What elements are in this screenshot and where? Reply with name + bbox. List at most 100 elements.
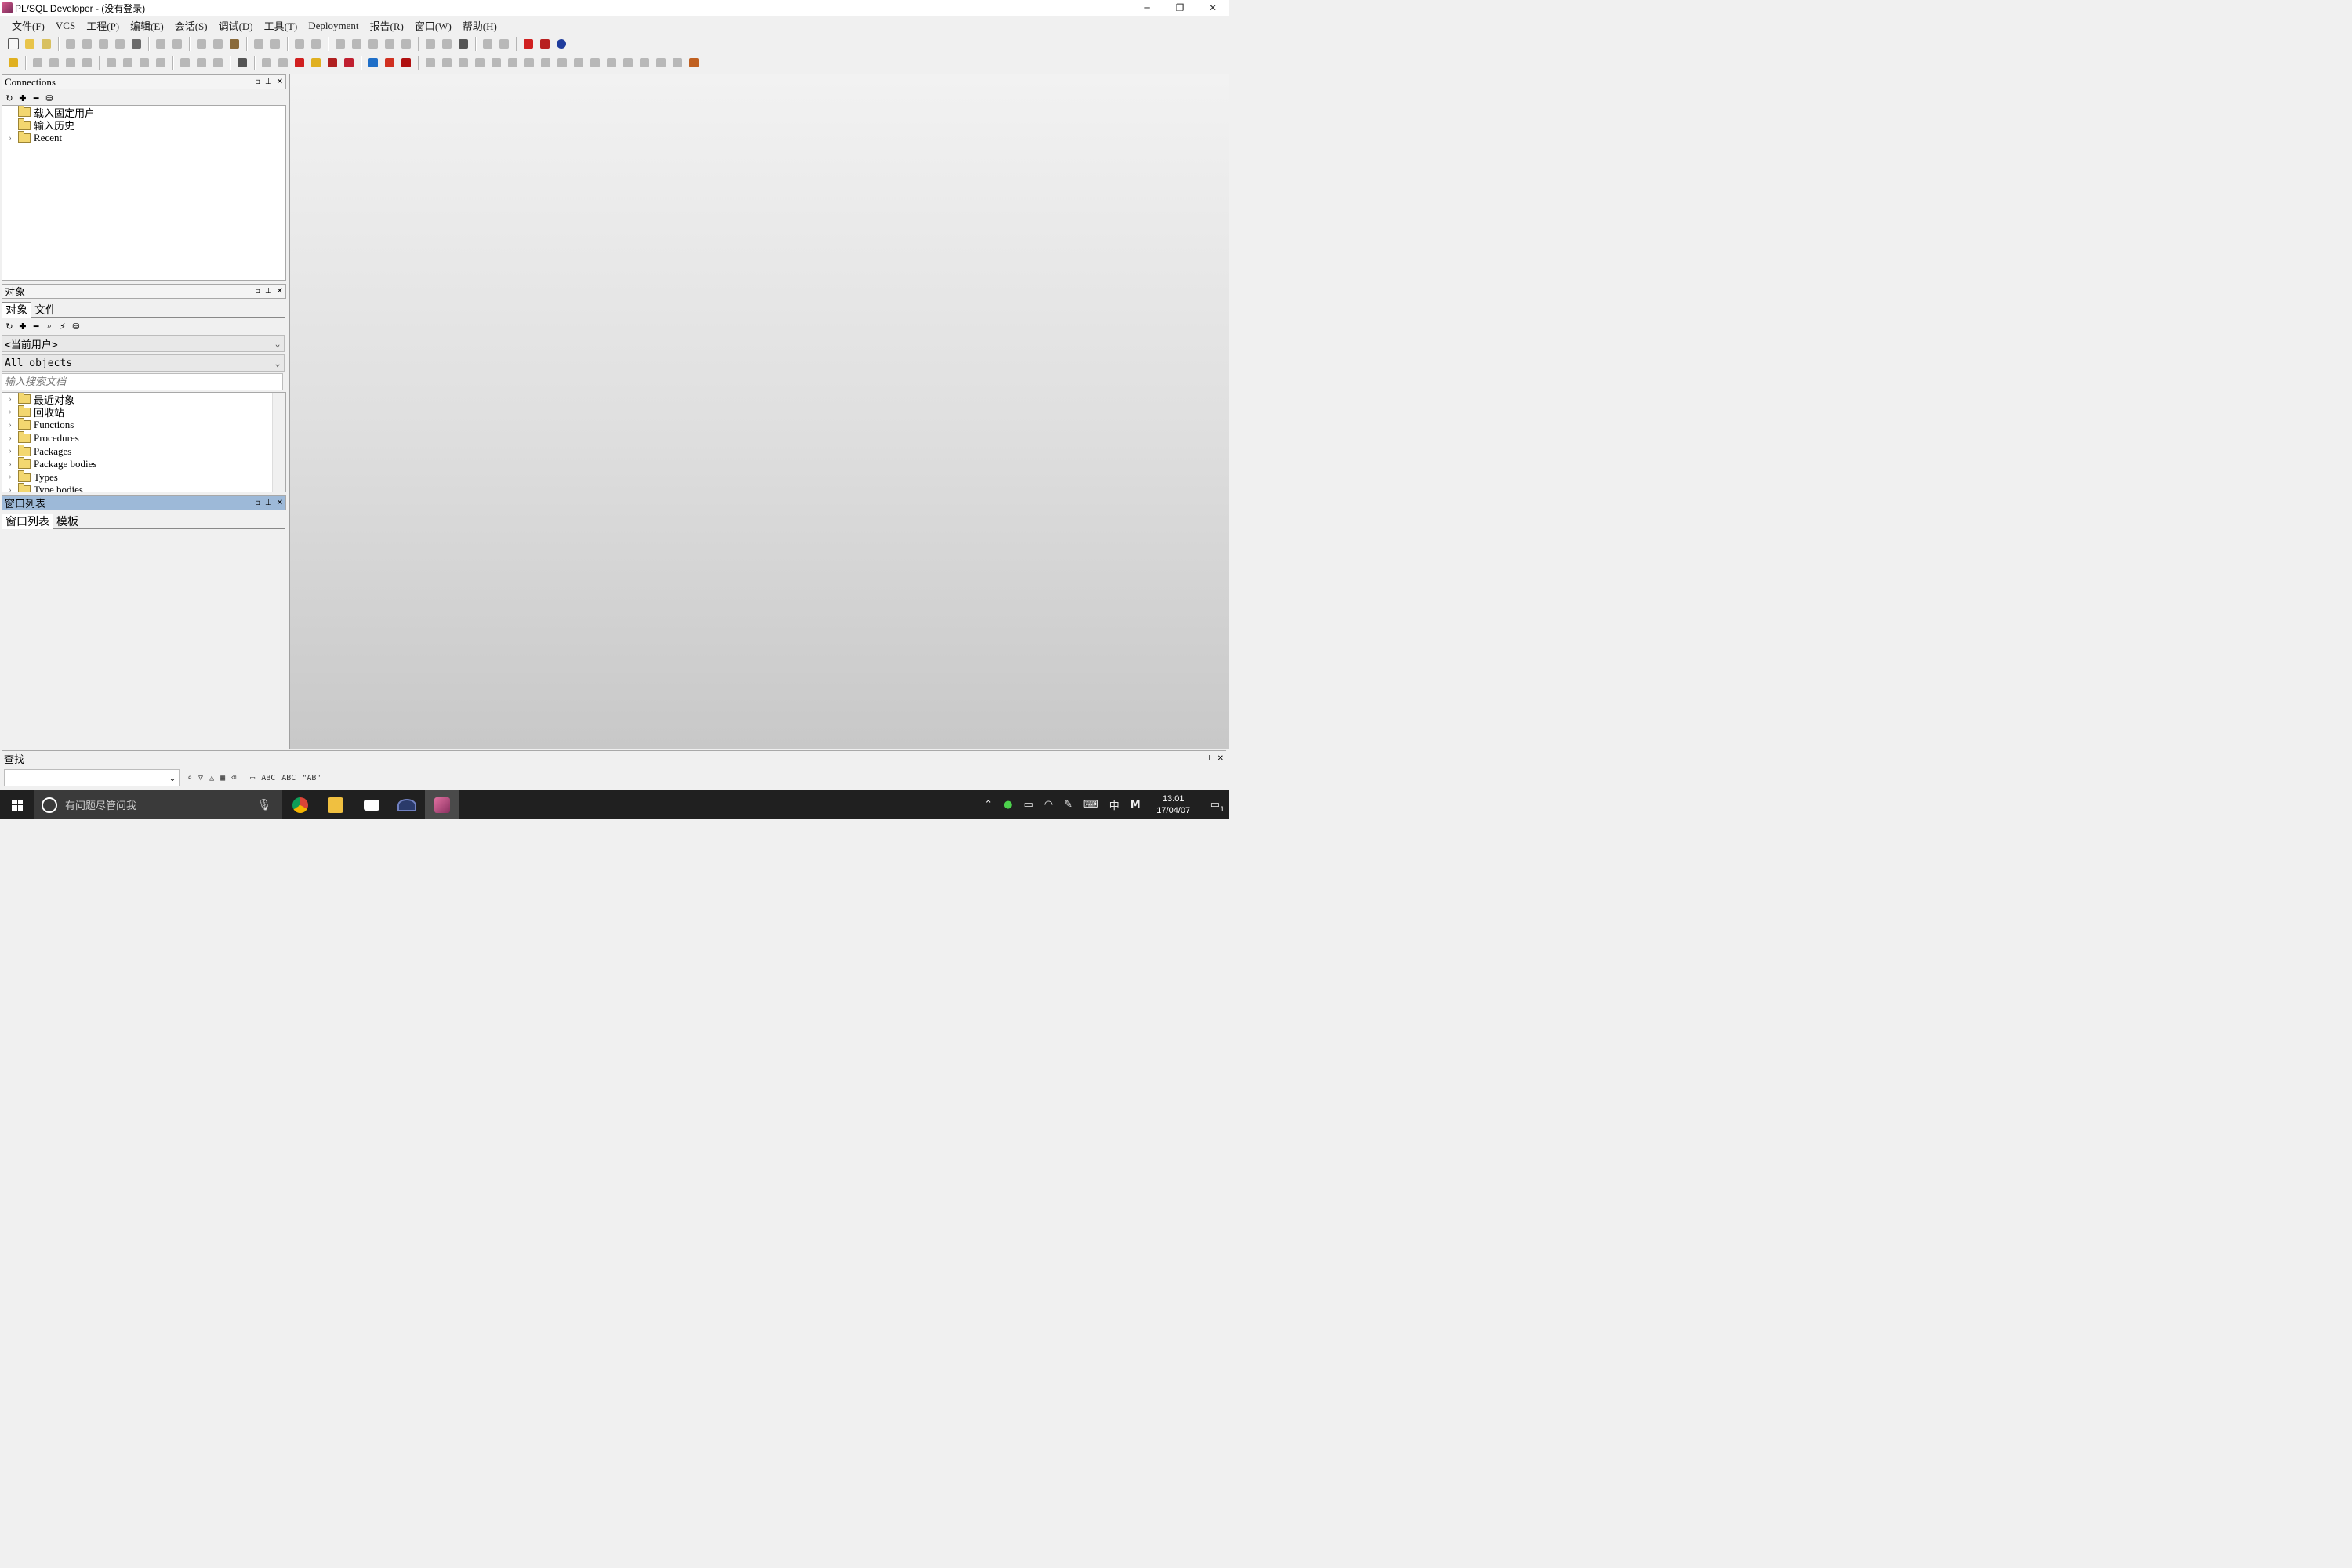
- print-icon[interactable]: [39, 37, 53, 51]
- info-icon[interactable]: [554, 37, 568, 51]
- taskbar-search[interactable]: 有问题尽管问我 🎙: [34, 790, 282, 819]
- menu-project[interactable]: 工程(P): [81, 18, 125, 33]
- print-preview-icon[interactable]: [113, 37, 127, 51]
- chrome-app[interactable]: [283, 790, 318, 819]
- bookmark-icon[interactable]: [423, 37, 437, 51]
- rollback-icon[interactable]: [80, 56, 94, 70]
- find-next-icon[interactable]: ▽: [198, 771, 203, 785]
- chevron-up-icon[interactable]: ⌃: [984, 799, 993, 811]
- expand-icon[interactable]: ›: [5, 434, 15, 443]
- cascade-icon[interactable]: [481, 37, 495, 51]
- debug-red-icon[interactable]: [292, 56, 307, 70]
- unindent-icon[interactable]: [350, 37, 364, 51]
- cut-icon[interactable]: [194, 37, 209, 51]
- close-icon[interactable]: ✕: [277, 287, 283, 296]
- add-icon[interactable]: ✚: [18, 321, 27, 332]
- eraser-icon[interactable]: ⌫: [231, 771, 236, 785]
- oracle-icon[interactable]: [521, 37, 535, 51]
- tree-item[interactable]: 载入固定用户: [2, 106, 285, 119]
- whole-word-icon[interactable]: ▭: [250, 771, 255, 785]
- find-combobox[interactable]: ⌄: [4, 769, 180, 786]
- expand-icon[interactable]: ›: [5, 473, 15, 481]
- wifi-icon[interactable]: ◠: [1044, 799, 1053, 811]
- lock-icon[interactable]: [687, 56, 701, 70]
- highlight-icon[interactable]: ▦: [220, 771, 225, 785]
- paste-icon[interactable]: [227, 37, 241, 51]
- refresh-icon[interactable]: ↻: [5, 93, 14, 103]
- break-icon[interactable]: [47, 56, 61, 70]
- menu-deployment[interactable]: Deployment: [303, 20, 364, 32]
- tree-item[interactable]: › Type bodies: [2, 483, 285, 492]
- save-as-icon[interactable]: [80, 37, 94, 51]
- db-icon[interactable]: [137, 56, 151, 70]
- add-icon[interactable]: ✚: [18, 93, 27, 103]
- tree-item[interactable]: › Package bodies: [2, 457, 285, 471]
- redo-icon[interactable]: [170, 37, 184, 51]
- copy-icon[interactable]: [211, 37, 225, 51]
- save-all-icon[interactable]: [96, 37, 111, 51]
- binoculars-icon[interactable]: ⌕: [187, 771, 192, 785]
- speedtest-app[interactable]: [390, 790, 424, 819]
- new-icon[interactable]: [6, 37, 20, 51]
- expand-icon[interactable]: ›: [5, 486, 15, 492]
- tree-item[interactable]: 输入历史: [2, 118, 285, 132]
- microphone-icon[interactable]: 🎙: [257, 799, 271, 811]
- pin-icon[interactable]: ⊥: [265, 287, 272, 296]
- step-icon-12[interactable]: [604, 56, 619, 70]
- tree-item[interactable]: › Types: [2, 470, 285, 485]
- step-icon-1[interactable]: [423, 56, 437, 70]
- remove-icon[interactable]: ━: [31, 321, 41, 332]
- filter-select[interactable]: All objects ⌄: [2, 354, 285, 372]
- car-icon[interactable]: [399, 56, 413, 70]
- step-icon-3[interactable]: [456, 56, 470, 70]
- step-icon-10[interactable]: [572, 56, 586, 70]
- step-icon-8[interactable]: [539, 56, 553, 70]
- step-icon-5[interactable]: [489, 56, 503, 70]
- expand-icon[interactable]: ›: [5, 421, 15, 430]
- menu-debug[interactable]: 调试(D): [213, 18, 259, 33]
- format-icon[interactable]: [399, 37, 413, 51]
- quoted-button[interactable]: "AB": [302, 771, 321, 785]
- step-icon-7[interactable]: [522, 56, 536, 70]
- expand-icon[interactable]: ›: [5, 395, 15, 404]
- step-icon-14[interactable]: [637, 56, 652, 70]
- regex-button[interactable]: ABC: [281, 771, 296, 785]
- clock[interactable]: 13:01 17/04/07: [1146, 793, 1201, 817]
- expand-icon[interactable]: ›: [5, 134, 15, 143]
- ime-indicator[interactable]: 中: [1109, 797, 1120, 812]
- explain-plan-icon[interactable]: [104, 56, 118, 70]
- tab-objects[interactable]: 对象: [2, 302, 31, 318]
- template-icon[interactable]: [211, 56, 225, 70]
- explorer-app[interactable]: [318, 790, 353, 819]
- step-icon-4[interactable]: [473, 56, 487, 70]
- filter-icon[interactable]: ⚡: [58, 321, 67, 332]
- menu-tools[interactable]: 工具(T): [259, 18, 303, 33]
- float-icon[interactable]: ▫: [255, 499, 260, 507]
- start-button[interactable]: [0, 790, 34, 819]
- tab-window-list[interactable]: 窗口列表: [2, 514, 53, 529]
- step-icon-6[interactable]: [506, 56, 520, 70]
- bookmark-list-icon[interactable]: [456, 37, 470, 51]
- pin-icon[interactable]: ⊥: [1206, 754, 1213, 763]
- mail-app[interactable]: [354, 790, 389, 819]
- expand-icon[interactable]: ›: [5, 408, 15, 416]
- arrow-right-blue-icon[interactable]: [366, 56, 380, 70]
- match-case-button[interactable]: ABC: [261, 771, 275, 785]
- object-search-input[interactable]: [2, 375, 282, 389]
- tab-templates[interactable]: 模板: [53, 514, 82, 528]
- minimize-button[interactable]: ─: [1131, 0, 1163, 16]
- expand-icon[interactable]: ›: [5, 447, 15, 456]
- close-button[interactable]: ✕: [1196, 0, 1229, 16]
- menu-window[interactable]: 窗口(W): [409, 18, 457, 33]
- step-icon-11[interactable]: [588, 56, 602, 70]
- debug-mixed-icon[interactable]: [325, 56, 339, 70]
- preferences-icon[interactable]: [235, 56, 249, 70]
- restore-button[interactable]: ❐: [1163, 0, 1196, 16]
- float-icon[interactable]: ▫: [255, 287, 260, 296]
- pdf-icon[interactable]: [538, 37, 552, 51]
- close-icon[interactable]: ✕: [277, 78, 283, 86]
- ime-mode-indicator[interactable]: M: [1131, 799, 1141, 811]
- comment-icon[interactable]: [366, 37, 380, 51]
- uncomment-icon[interactable]: [383, 37, 397, 51]
- menu-edit[interactable]: 编辑(E): [125, 18, 169, 33]
